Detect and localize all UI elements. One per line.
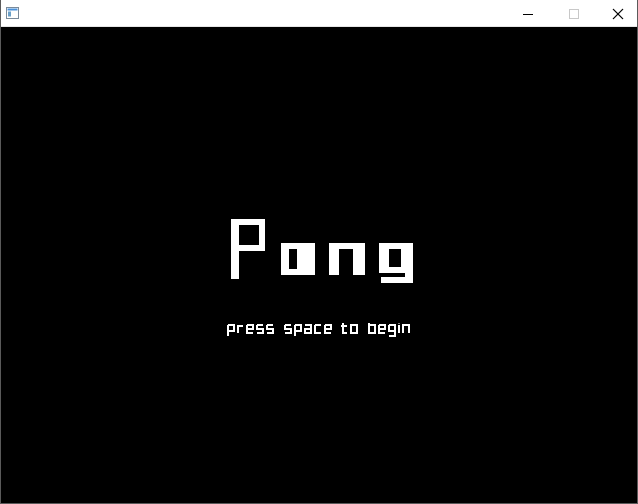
maximize-icon (569, 8, 579, 19)
minimize-button[interactable] (505, 0, 551, 27)
minimize-icon (523, 13, 533, 15)
game-title-logo (231, 219, 413, 283)
start-prompt-glyphs (227, 323, 410, 337)
start-prompt: press space to begin (1, 27, 2, 28)
maximize-button[interactable] (551, 0, 597, 27)
app-window: Pong (0, 0, 638, 504)
app-icon (6, 7, 19, 19)
close-button[interactable] (595, 0, 638, 27)
title-bar[interactable] (1, 0, 637, 27)
close-icon (612, 8, 624, 19)
game-title: Pong (1, 27, 2, 28)
game-canvas[interactable]: Pong (1, 27, 637, 503)
